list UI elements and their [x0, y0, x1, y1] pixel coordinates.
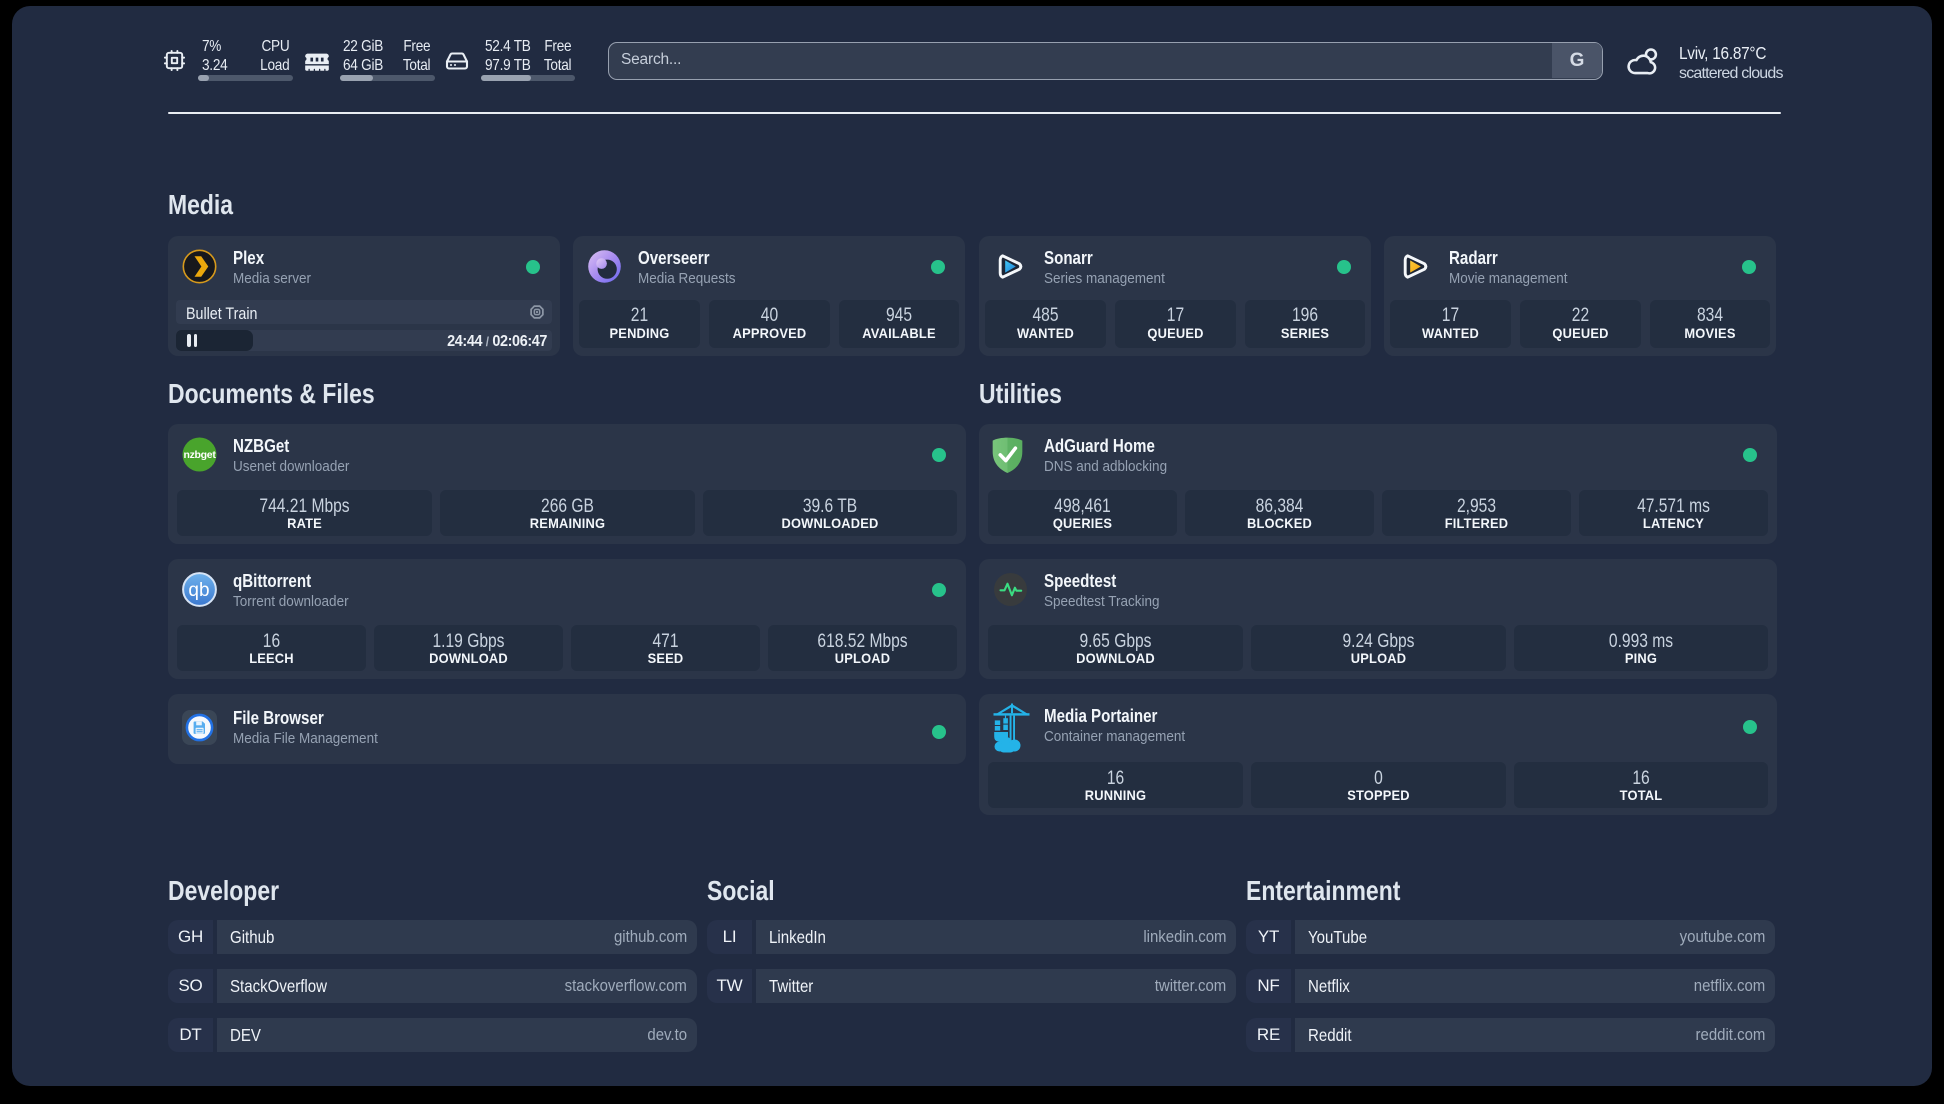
svg-text:nzbget: nzbget — [183, 449, 216, 461]
svg-text:qb: qb — [188, 580, 209, 601]
